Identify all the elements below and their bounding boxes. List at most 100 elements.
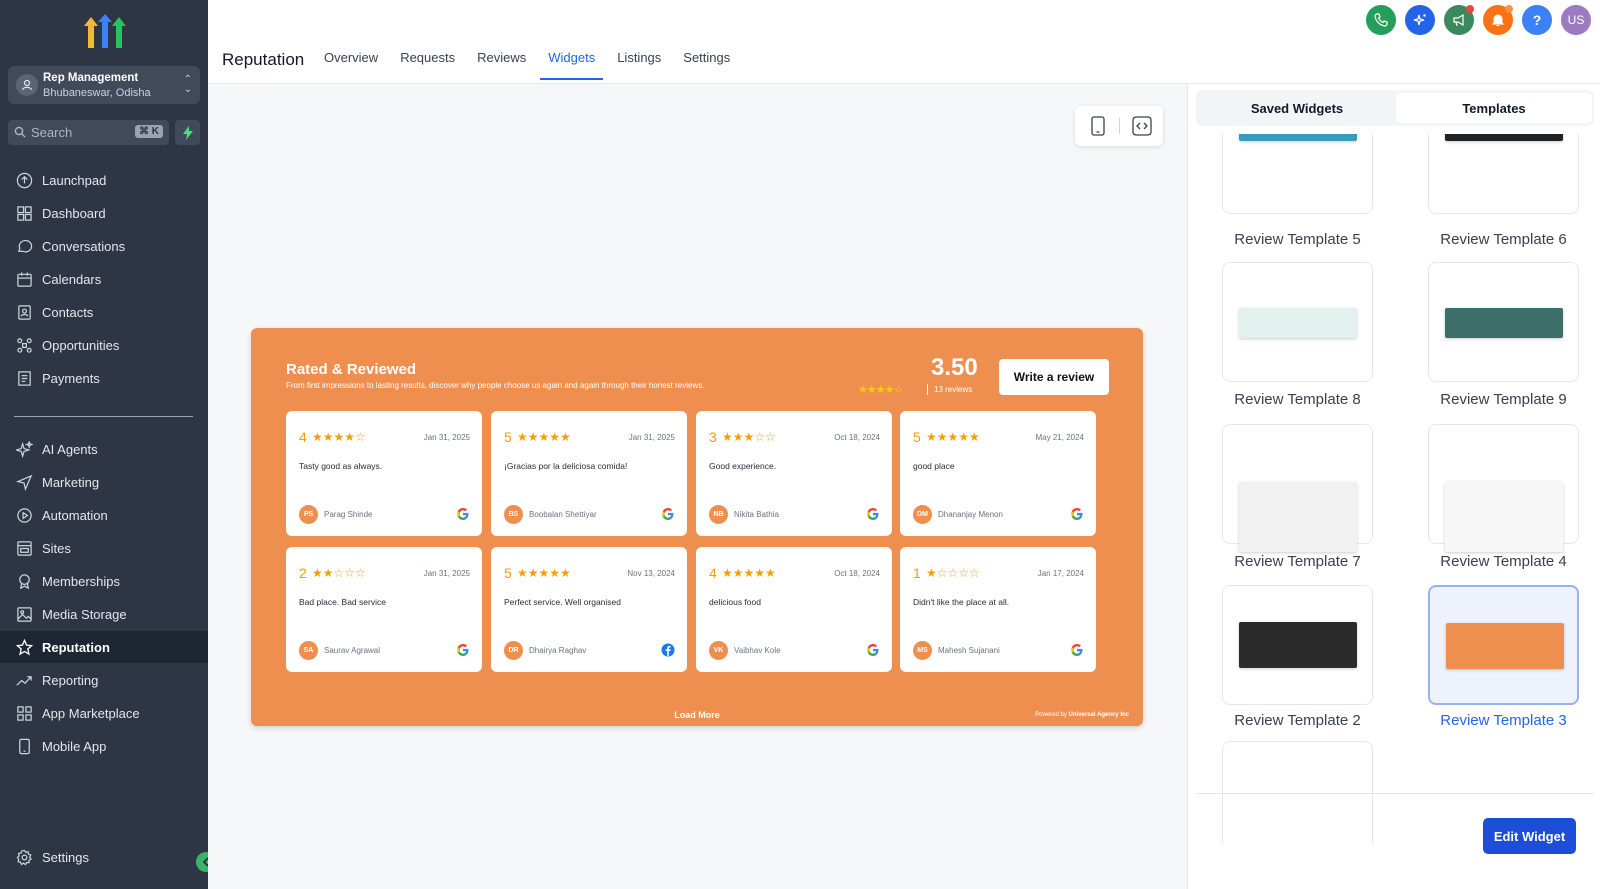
sidebar-item-mobile-app[interactable]: Mobile App xyxy=(0,730,208,762)
search-icon xyxy=(14,126,26,138)
sidebar-item-calendars[interactable]: Calendars xyxy=(0,263,208,295)
review-date: May 21, 2024 xyxy=(1035,433,1084,442)
page-title: Reputation xyxy=(222,50,305,69)
mobile-preview-icon[interactable] xyxy=(1090,116,1106,136)
automation-icon xyxy=(17,507,32,523)
account-switcher[interactable]: Rep Management Bhubaneswar, Odisha ⌃ ⌄ xyxy=(8,66,200,104)
template-thumbnail[interactable] xyxy=(1222,262,1373,382)
sparkle-icon xyxy=(16,440,33,458)
powered-by-name: Universal Agency Inc xyxy=(1068,712,1129,718)
review-date: Nov 13, 2024 xyxy=(627,569,675,578)
facebook-icon xyxy=(661,643,675,657)
template-label[interactable]: Review Template 8 xyxy=(1222,391,1373,408)
sidebar-item-sites[interactable]: Sites xyxy=(0,532,208,564)
memberships-icon xyxy=(19,573,30,589)
tab-requests[interactable]: Requests xyxy=(400,50,455,80)
template-preview xyxy=(1239,482,1357,552)
template-thumbnail[interactable] xyxy=(1428,585,1579,705)
tab-reviews[interactable]: Reviews xyxy=(477,50,526,80)
powered-prefix: Powered by xyxy=(1035,712,1067,718)
sidebar-divider xyxy=(14,416,193,417)
template-thumbnail[interactable] xyxy=(1428,262,1579,382)
reviewer-avatar: SA xyxy=(299,641,318,660)
calendar-icon xyxy=(17,271,32,287)
sidebar-item-payments[interactable]: Payments xyxy=(0,362,208,394)
reviewer-avatar: DM xyxy=(913,505,932,524)
user-avatar[interactable]: US xyxy=(1561,5,1591,35)
embed-code-icon[interactable] xyxy=(1132,116,1152,136)
sidebar: Rep Management Bhubaneswar, Odisha ⌃ ⌄ Se… xyxy=(0,0,216,889)
sidebar-item-reporting[interactable]: Reporting xyxy=(0,664,208,696)
write-review-button[interactable]: Write a review xyxy=(999,359,1109,395)
template-label[interactable]: Review Template 5 xyxy=(1222,231,1373,248)
toolbar-divider xyxy=(1119,118,1120,134)
sidebar-item-app-marketplace[interactable]: App Marketplace xyxy=(0,697,208,729)
reviewer-avatar: DR xyxy=(504,641,523,660)
gear-icon xyxy=(16,849,33,865)
widget-subtitle: From first impressions to lasting result… xyxy=(286,381,705,390)
notifications-button[interactable] xyxy=(1483,5,1513,35)
sidebar-item-reputation[interactable]: Reputation xyxy=(0,631,208,663)
template-gallery[interactable]: Review Template 5 Review Template 6 Review… xyxy=(1188,134,1600,844)
sidebar-item-conversations[interactable]: Conversations xyxy=(0,230,208,262)
phone-icon xyxy=(1374,13,1388,27)
tab-widgets[interactable]: Widgets xyxy=(540,50,604,80)
template-thumbnail[interactable] xyxy=(1222,585,1373,705)
sidebar-item-automation[interactable]: Automation xyxy=(0,499,208,531)
template-label[interactable]: Review Template 6 xyxy=(1428,231,1579,248)
announcements-button[interactable] xyxy=(1444,5,1474,35)
load-more-button[interactable]: Load More xyxy=(251,710,1143,720)
help-button[interactable]: ? xyxy=(1522,5,1552,35)
template-thumbnail[interactable] xyxy=(1222,424,1373,552)
sidebar-item-media-storage[interactable]: Media Storage xyxy=(0,598,208,630)
grid-icon xyxy=(17,705,32,721)
account-location: Bhubaneswar, Odisha xyxy=(43,87,151,99)
sidebar-item-marketing[interactable]: Marketing xyxy=(0,466,208,498)
template-thumbnail[interactable] xyxy=(1428,134,1579,214)
star-icon xyxy=(16,638,33,655)
sidebar-item-label: Calendars xyxy=(42,271,102,287)
avatar-initials: US xyxy=(1567,13,1585,27)
sidebar-item-label: Memberships xyxy=(42,573,121,589)
sites-icon xyxy=(17,540,32,556)
sidebar-item-opportunities[interactable]: Opportunities xyxy=(0,329,208,361)
tab-listings[interactable]: Listings xyxy=(617,50,661,80)
template-label[interactable]: Review Template 3 xyxy=(1428,712,1579,729)
template-label[interactable]: Review Template 7 xyxy=(1222,553,1373,570)
template-thumbnail[interactable] xyxy=(1222,134,1373,214)
template-label[interactable]: Review Template 4 xyxy=(1428,553,1579,570)
quick-action-button[interactable] xyxy=(175,120,200,145)
ai-assistant-button[interactable] xyxy=(1405,5,1435,35)
tab-templates[interactable]: Templates xyxy=(1396,93,1592,123)
sidebar-item-ai-agents[interactable]: AI Agents xyxy=(0,433,208,465)
reviewer-avatar: MS xyxy=(913,641,932,660)
sidebar-item-memberships[interactable]: Memberships xyxy=(0,565,208,597)
google-icon xyxy=(867,508,879,520)
tab-overview[interactable]: Overview xyxy=(324,50,378,80)
tab-settings[interactable]: Settings xyxy=(683,50,730,80)
edit-widget-button[interactable]: Edit Widget xyxy=(1483,818,1576,854)
sidebar-item-contacts[interactable]: Contacts xyxy=(0,296,208,328)
template-label[interactable]: Review Template 2 xyxy=(1222,712,1373,729)
review-rating: 5 xyxy=(913,429,921,445)
review-card: 1 ★☆☆☆☆ Jan 17, 2024 Didn't like the place … xyxy=(900,547,1096,672)
template-label[interactable]: Review Template 9 xyxy=(1428,391,1579,408)
search-input[interactable]: Search ⌘ K xyxy=(8,120,169,145)
bell-icon xyxy=(1491,14,1505,26)
sidebar-item-label: App Marketplace xyxy=(42,705,140,721)
sidebar-item-launchpad[interactable]: Launchpad xyxy=(0,164,208,196)
review-date: Oct 18, 2024 xyxy=(834,569,880,578)
powered-by: Powered by Universal Agency Inc xyxy=(1035,712,1129,718)
sidebar-item-settings[interactable]: Settings xyxy=(0,841,208,873)
phone-button[interactable] xyxy=(1366,5,1396,35)
sidebar-item-dashboard[interactable]: Dashboard xyxy=(0,197,208,229)
reviewer-name: Nikita Bathia xyxy=(734,510,779,519)
review-date: Jan 17, 2024 xyxy=(1037,569,1084,578)
app-logo-icon[interactable] xyxy=(84,14,126,50)
reviewer-avatar: BS xyxy=(504,505,523,524)
google-icon xyxy=(457,508,469,520)
review-stars-icon: ★★★★★ xyxy=(722,566,776,580)
tab-saved-widgets[interactable]: Saved Widgets xyxy=(1199,93,1395,123)
google-icon xyxy=(867,644,879,656)
template-thumbnail[interactable] xyxy=(1428,424,1579,552)
